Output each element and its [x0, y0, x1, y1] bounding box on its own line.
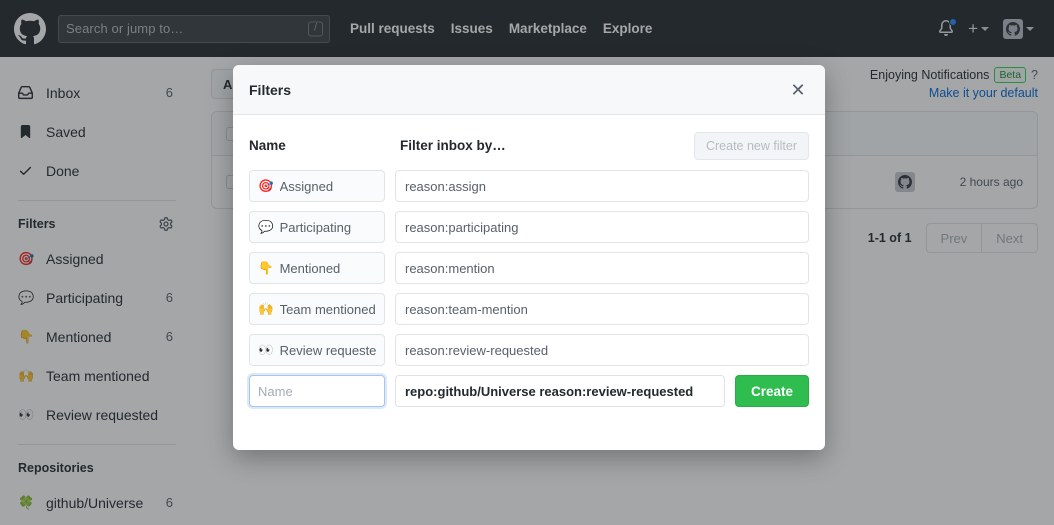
- filter-name-value: Assigned: [280, 179, 333, 194]
- filter-name-field[interactable]: 🎯 Assigned: [249, 170, 385, 202]
- pointing-down-icon: 👇: [258, 262, 274, 275]
- filter-row-mentioned: 👇 Mentioned reason:mention: [249, 252, 809, 284]
- new-filter-name-placeholder: Name: [258, 384, 293, 399]
- filter-row-team-mentioned: 🙌 Team mentioned reason:team-mention: [249, 293, 809, 325]
- filter-name-field[interactable]: 👀 Review requeste: [249, 334, 385, 366]
- new-filter-name-input[interactable]: Name: [249, 375, 385, 407]
- filter-query-value: reason:assign: [405, 179, 486, 194]
- create-new-filter-button[interactable]: Create new filter: [694, 132, 809, 160]
- filter-name-value: Participating: [280, 220, 352, 235]
- filter-name-value: Mentioned: [280, 261, 341, 276]
- filter-name-value: Review requeste: [280, 343, 376, 358]
- new-filter-query-input[interactable]: repo:github/Universe reason:review-reque…: [395, 375, 725, 407]
- modal-body: Name Filter inbox by… Create new filter …: [233, 115, 825, 450]
- column-header-name: Name: [249, 138, 395, 153]
- eyes-icon: 👀: [258, 344, 274, 357]
- column-header-filter: Filter inbox by…: [395, 138, 694, 153]
- filter-query-field[interactable]: reason:mention: [395, 252, 809, 284]
- raising-hands-icon: 🙌: [258, 303, 274, 316]
- filter-row-participating: 💬 Participating reason:participating: [249, 211, 809, 243]
- speech-balloon-icon: 💬: [258, 221, 274, 234]
- dart-icon: 🎯: [258, 180, 274, 193]
- filter-query-field[interactable]: reason:review-requested: [395, 334, 809, 366]
- filter-query-field[interactable]: reason:assign: [395, 170, 809, 202]
- filter-row-review-requested: 👀 Review requeste reason:review-requeste…: [249, 334, 809, 366]
- filter-name-value: Team mentioned: [280, 302, 376, 317]
- filter-name-field[interactable]: 💬 Participating: [249, 211, 385, 243]
- filter-query-field[interactable]: reason:team-mention: [395, 293, 809, 325]
- close-icon[interactable]: ✕: [787, 79, 809, 101]
- filter-query-value: reason:team-mention: [405, 302, 528, 317]
- modal-header: Filters ✕: [233, 65, 825, 115]
- filter-query-value: reason:review-requested: [405, 343, 548, 358]
- modal-column-headers: Name Filter inbox by… Create new filter: [249, 129, 809, 162]
- filter-query-value: reason:participating: [405, 220, 518, 235]
- filter-row-assigned: 🎯 Assigned reason:assign: [249, 170, 809, 202]
- filter-row-new: Name repo:github/Universe reason:review-…: [249, 375, 809, 407]
- filter-query-field[interactable]: reason:participating: [395, 211, 809, 243]
- new-filter-query-value: repo:github/Universe reason:review-reque…: [405, 384, 693, 399]
- filters-modal: Filters ✕ Name Filter inbox by… Create n…: [233, 65, 825, 450]
- filter-query-value: reason:mention: [405, 261, 495, 276]
- create-button[interactable]: Create: [735, 375, 809, 407]
- modal-title: Filters: [249, 82, 291, 98]
- github-notifications-page: Search or jump to… / Pull requests Issue…: [0, 0, 1054, 525]
- filter-name-field[interactable]: 👇 Mentioned: [249, 252, 385, 284]
- filter-name-field[interactable]: 🙌 Team mentioned: [249, 293, 385, 325]
